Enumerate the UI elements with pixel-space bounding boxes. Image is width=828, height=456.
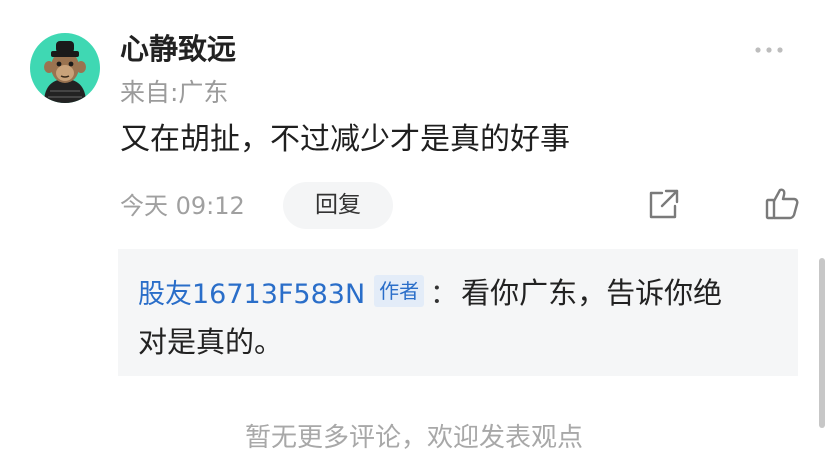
username[interactable]: 心静致远 bbox=[120, 29, 236, 69]
reply-box: 股友16713F583N 作者 ： 看你广东，告诉你绝 对是真的。 bbox=[118, 249, 798, 376]
reply-text: 看你广东，告诉你绝 bbox=[461, 276, 723, 310]
reply-first-line: 股友16713F583N 作者 ： 看你广东，告诉你绝 bbox=[138, 269, 722, 313]
reply-author-link[interactable]: 股友16713F583N bbox=[138, 272, 365, 311]
scrollbar[interactable] bbox=[819, 258, 825, 428]
ape-avatar-icon bbox=[44, 41, 86, 103]
comment-text: 又在胡扯，不过减少才是真的好事 bbox=[120, 122, 570, 157]
comment-time: 今天 09:12 bbox=[120, 192, 245, 220]
reply-button[interactable]: 回复 bbox=[283, 182, 393, 229]
reply-text-continued: 对是真的。 bbox=[138, 325, 284, 359]
user-location: 来自:广东 bbox=[120, 78, 229, 107]
no-more-comments-note: 暂无更多评论，欢迎发表观点 bbox=[244, 423, 583, 453]
reply-colon: ： bbox=[430, 278, 458, 310]
avatar[interactable] bbox=[30, 33, 100, 103]
author-badge: 作者 bbox=[374, 275, 425, 307]
share-icon[interactable] bbox=[646, 186, 682, 222]
thumbs-up-icon[interactable] bbox=[764, 185, 800, 221]
more-icon[interactable] bbox=[753, 42, 785, 58]
